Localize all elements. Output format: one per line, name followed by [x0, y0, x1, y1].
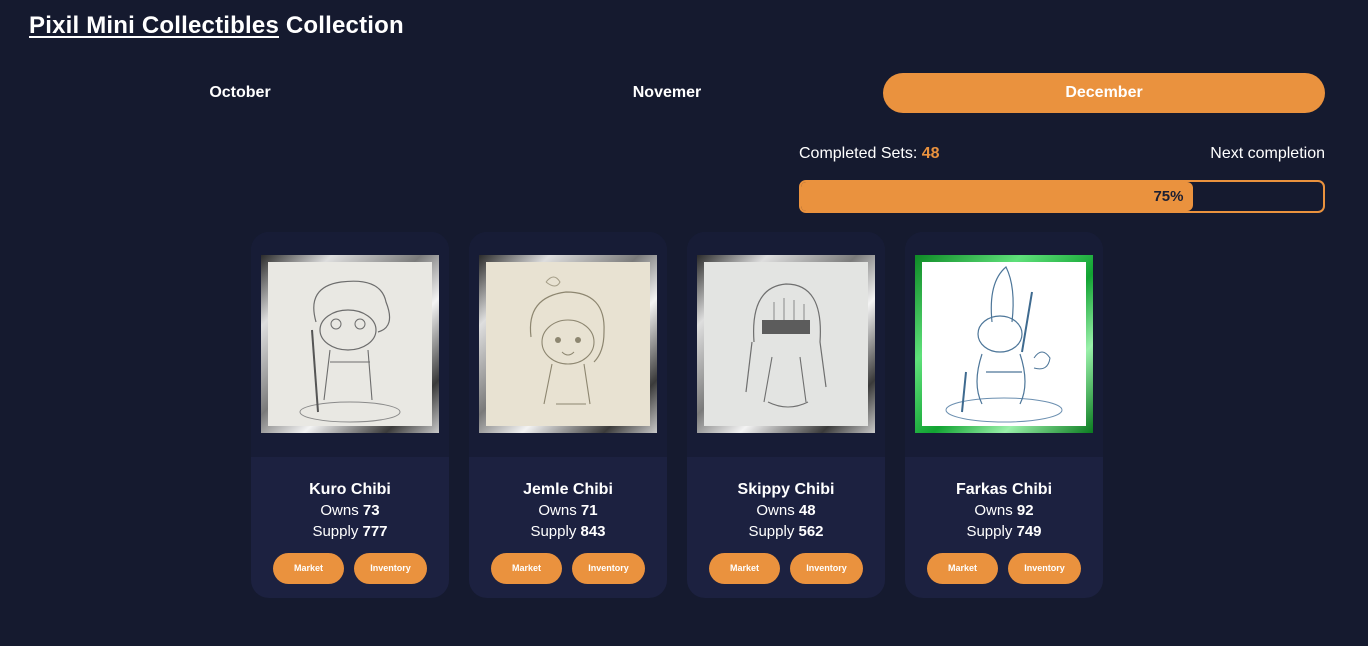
owns-count: Owns 71	[538, 502, 598, 519]
market-button[interactable]: Market	[273, 553, 344, 584]
silver-frame	[479, 255, 657, 433]
inventory-button[interactable]: Inventory	[790, 553, 863, 584]
market-button[interactable]: Market	[491, 553, 562, 584]
collection-link[interactable]: Pixil Mini Collectibles	[29, 12, 279, 39]
card-name: Kuro Chibi	[309, 481, 391, 498]
completion-progress: Completed Sets: 48 Next completion 75%	[799, 145, 1325, 213]
silver-frame	[697, 255, 875, 433]
owns-count: Owns 92	[974, 502, 1034, 519]
inventory-button[interactable]: Inventory	[1008, 553, 1081, 584]
market-button[interactable]: Market	[927, 553, 998, 584]
next-completion-label: Next completion	[1210, 145, 1325, 162]
chibi-sketch-image	[268, 262, 432, 426]
chibi-sketch-image	[704, 262, 868, 426]
supply-count: Supply 843	[530, 523, 606, 540]
completed-sets: Completed Sets: 48	[799, 145, 940, 169]
inventory-button[interactable]: Inventory	[572, 553, 645, 584]
tab-december[interactable]: December	[883, 73, 1325, 113]
collectible-card: Skippy Chibi Owns 48 Supply 562 Market I…	[687, 232, 885, 598]
chibi-sketch-image	[486, 262, 650, 426]
completed-sets-value: 48	[921, 145, 940, 162]
supply-count: Supply 777	[312, 523, 388, 540]
inventory-button[interactable]: Inventory	[354, 553, 427, 584]
page-title: Pixil Mini Collectibles Collection	[29, 12, 404, 40]
card-name: Skippy Chibi	[737, 481, 835, 498]
owns-count: Owns 48	[756, 502, 816, 519]
month-tabs: October Novemer December	[29, 73, 1325, 113]
collectible-card: Kuro Chibi Owns 73 Supply 777 Market Inv…	[251, 232, 449, 598]
supply-count: Supply 562	[748, 523, 824, 540]
tab-october[interactable]: October	[29, 73, 451, 113]
completed-sets-label: Completed Sets:	[799, 145, 918, 162]
progress-bar-fill: 75%	[801, 182, 1193, 211]
tab-novemer[interactable]: Novemer	[456, 73, 878, 113]
collectible-cards: Kuro Chibi Owns 73 Supply 777 Market Inv…	[251, 232, 1103, 598]
market-button[interactable]: Market	[709, 553, 780, 584]
supply-count: Supply 749	[966, 523, 1042, 540]
page-title-suffix: Collection	[285, 12, 404, 39]
card-name: Farkas Chibi	[955, 481, 1053, 498]
silver-frame	[261, 255, 439, 433]
collectible-card: Farkas Chibi Owns 92 Supply 749 Market I…	[905, 232, 1103, 598]
owns-count: Owns 73	[320, 502, 380, 519]
card-name: Jemle Chibi	[523, 481, 613, 498]
green-frame	[915, 255, 1093, 433]
progress-percent: 75%	[1153, 188, 1184, 205]
progress-bar: 75%	[799, 180, 1325, 213]
chibi-sketch-image	[922, 262, 1086, 426]
collectible-card: Jemle Chibi Owns 71 Supply 843 Market In…	[469, 232, 667, 598]
